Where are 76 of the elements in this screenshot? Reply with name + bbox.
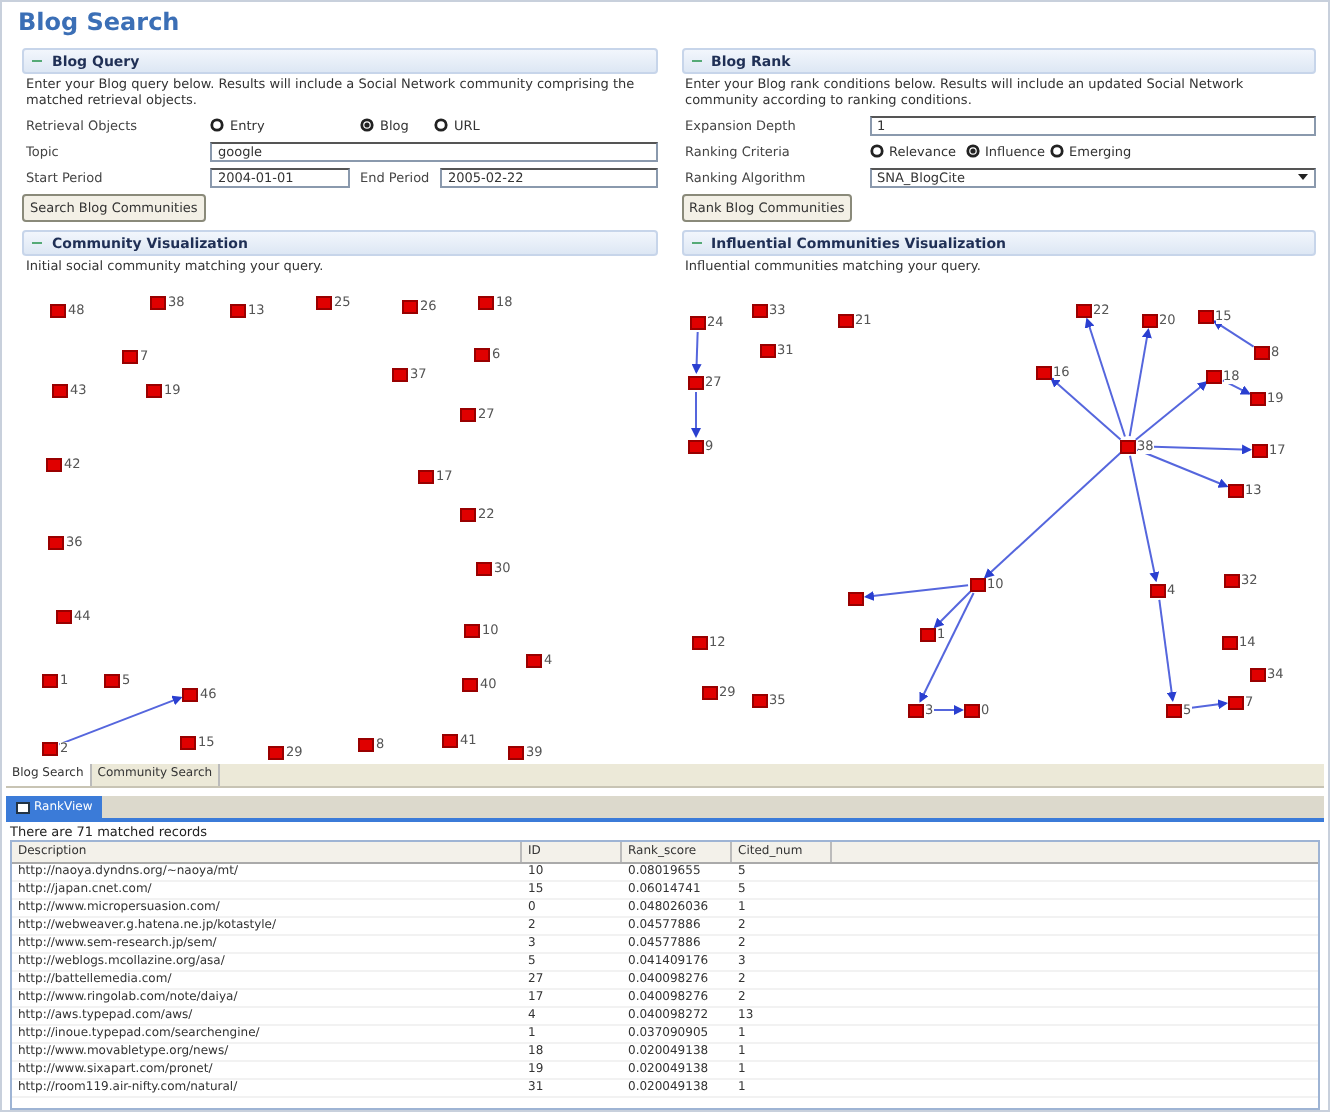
graph-node[interactable] (1227, 695, 1243, 709)
graph-node[interactable] (442, 733, 458, 747)
graph-node[interactable] (358, 737, 374, 751)
graph-node[interactable] (150, 295, 166, 309)
graph-node[interactable] (104, 673, 120, 687)
graph-node[interactable] (847, 591, 863, 605)
graph-node[interactable] (402, 299, 418, 313)
arrow (1157, 598, 1176, 703)
graph-node[interactable] (46, 457, 62, 471)
graph-node[interactable] (701, 685, 717, 699)
graph-node[interactable] (919, 627, 935, 641)
page-title: Blog Search (16, 6, 182, 40)
graph-node[interactable] (42, 741, 58, 755)
graph-node[interactable] (462, 677, 478, 691)
radio-button[interactable] (1049, 144, 1063, 158)
graph-node[interactable] (1253, 345, 1269, 359)
graph-node[interactable] (50, 303, 66, 317)
graph-node[interactable] (1119, 439, 1135, 453)
graph-node[interactable] (1251, 443, 1267, 457)
graph-node[interactable] (1035, 365, 1051, 379)
window-icon (16, 801, 30, 813)
graph-node[interactable] (759, 343, 775, 357)
graph-node[interactable] (460, 407, 476, 421)
graph-node[interactable] (418, 469, 434, 483)
graph-node[interactable] (1223, 573, 1239, 587)
graph-node[interactable] (508, 745, 524, 759)
arrow (1220, 379, 1250, 395)
arrow (1211, 320, 1254, 348)
graph-node[interactable] (1227, 483, 1243, 497)
graph-node[interactable] (268, 745, 284, 759)
arrow (982, 451, 1121, 579)
graph-node[interactable] (963, 703, 979, 717)
graph-node[interactable] (1197, 309, 1213, 323)
graph-node[interactable] (182, 687, 198, 701)
graph-node[interactable] (122, 349, 138, 363)
arrow (690, 331, 701, 374)
radio-button[interactable] (965, 144, 979, 158)
graph-node[interactable] (476, 561, 492, 575)
graph-node[interactable] (751, 693, 767, 707)
graph-node[interactable] (687, 439, 703, 453)
graph-node[interactable] (689, 315, 705, 329)
dropdown-arrow-icon (1298, 173, 1308, 181)
graph-node[interactable] (316, 295, 332, 309)
graph-node[interactable] (751, 303, 767, 317)
graph-node[interactable] (392, 367, 408, 381)
graph-node[interactable] (837, 313, 853, 327)
arrow (58, 695, 183, 746)
radio-button[interactable] (869, 144, 883, 158)
graph-node[interactable] (907, 703, 923, 717)
graph-node[interactable] (48, 535, 64, 549)
graph-node[interactable] (1249, 391, 1265, 405)
graph-node[interactable] (1221, 635, 1237, 649)
graph-node[interactable] (42, 673, 58, 687)
graph-node[interactable] (1141, 313, 1157, 327)
graph-node[interactable] (474, 347, 490, 361)
graph-node[interactable] (460, 507, 476, 521)
graph-node[interactable] (1249, 667, 1265, 681)
graph-node[interactable] (691, 635, 707, 649)
graph-node[interactable] (56, 609, 72, 623)
radio-button[interactable] (360, 118, 374, 132)
graph-node[interactable] (1205, 369, 1221, 383)
graph-node[interactable] (464, 623, 480, 637)
graph-node[interactable] (1075, 303, 1091, 317)
graph-node[interactable] (52, 383, 68, 397)
graph-node[interactable] (526, 653, 542, 667)
graph-node[interactable] (687, 375, 703, 389)
graph-node[interactable] (1165, 703, 1181, 717)
arrow (690, 391, 700, 438)
graph-node[interactable] (146, 383, 162, 397)
graph-node[interactable] (969, 577, 985, 591)
graph-node[interactable] (230, 303, 246, 317)
graph-node[interactable] (1149, 583, 1165, 597)
radio-button[interactable] (210, 118, 224, 132)
radio-button[interactable] (434, 118, 448, 132)
graph-node[interactable] (478, 295, 494, 309)
graph-node[interactable] (180, 735, 196, 749)
